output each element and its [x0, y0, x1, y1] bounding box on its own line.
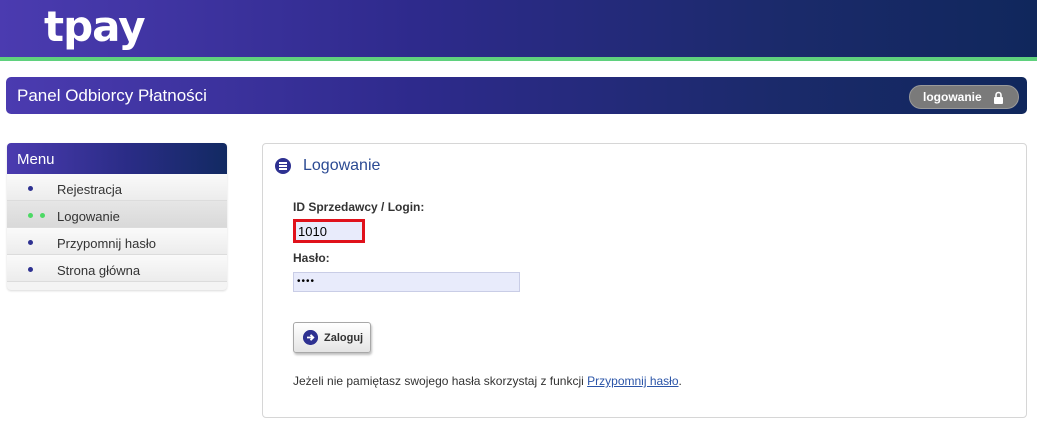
- login-submit-button[interactable]: Zaloguj: [293, 322, 371, 353]
- page-title-bar: Panel Odbiorcy Płatności logowanie: [6, 77, 1027, 114]
- hint-text: Jeżeli nie pamiętasz swojego hasła skorz…: [293, 374, 588, 388]
- login-panel: Logowanie ID Sprzedawcy / Login: 1010 Ha…: [262, 143, 1027, 418]
- login-field-label: ID Sprzedawcy / Login:: [293, 200, 425, 214]
- arrow-right-icon: [303, 330, 318, 345]
- bullet-active-icon: [40, 213, 45, 218]
- menu-item-rejestracja[interactable]: Rejestracja: [7, 174, 227, 201]
- menu-item-label: Przypomnij hasło: [57, 236, 156, 251]
- bullet-icon: [28, 240, 33, 245]
- menu-heading: Menu: [7, 143, 227, 174]
- top-banner: tpay: [0, 0, 1037, 57]
- bullet-icon: [28, 186, 33, 191]
- lock-icon: [994, 91, 1003, 104]
- page-title: Panel Odbiorcy Płatności: [17, 86, 207, 105]
- menu-item-label: Logowanie: [57, 209, 120, 224]
- menu-item-label: Rejestracja: [57, 182, 123, 197]
- bullet-icon: [28, 267, 33, 272]
- list-icon: [275, 158, 291, 174]
- tpay-logo[interactable]: tpay: [44, 2, 146, 52]
- login-input[interactable]: 1010: [293, 219, 365, 243]
- banner-accent-line: [0, 57, 1037, 61]
- menu-item-strona-glowna[interactable]: Strona główna: [7, 255, 227, 282]
- menu-item-logowanie[interactable]: Logowanie: [7, 201, 227, 228]
- login-badge[interactable]: logowanie: [909, 85, 1019, 109]
- password-input[interactable]: ••••: [293, 272, 520, 292]
- forgot-password-hint: Jeżeli nie pamiętasz swojego hasła skorz…: [293, 374, 682, 388]
- login-badge-label: logowanie: [923, 90, 982, 104]
- panel-title: Logowanie: [303, 157, 381, 174]
- submit-label: Zaloguj: [324, 331, 364, 344]
- menu-item-label: Strona główna: [57, 263, 141, 278]
- hint-end: .: [678, 374, 682, 388]
- password-field-label: Hasło:: [293, 251, 330, 265]
- forgot-password-link[interactable]: Przypomnij hasło: [587, 374, 678, 388]
- menu-item-przypomnij-haslo[interactable]: Przypomnij hasło: [7, 228, 227, 255]
- bullet-icon: [28, 213, 33, 218]
- sidebar-menu: Menu Rejestracja Logowanie Przypomnij ha…: [7, 143, 227, 290]
